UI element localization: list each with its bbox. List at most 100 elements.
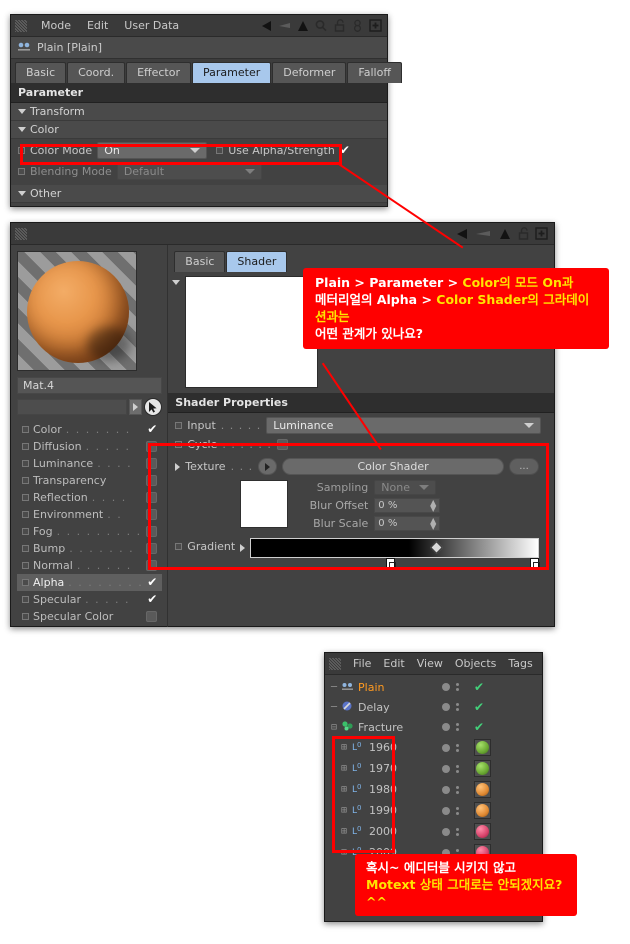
- enable-dot-icon[interactable]: [441, 703, 450, 711]
- use-alpha-checkbox[interactable]: ✔: [340, 144, 350, 156]
- back-arrow-icon[interactable]: [454, 225, 472, 243]
- texture-arrow-button[interactable]: [258, 458, 278, 475]
- enable-dot-icon[interactable]: [441, 827, 450, 836]
- visibility-dots[interactable]: [430, 764, 470, 773]
- material-tag[interactable]: [474, 802, 491, 819]
- check-tag-icon[interactable]: ✔: [474, 700, 484, 714]
- expand-collapse-icon[interactable]: ⊞: [341, 826, 347, 837]
- back-arrow-icon[interactable]: [258, 17, 276, 35]
- visibility-dots[interactable]: [430, 785, 470, 794]
- visibility-dots[interactable]: [430, 703, 470, 711]
- table-row[interactable]: ⊞ L0 1970: [325, 758, 542, 779]
- channel-checkbox[interactable]: [146, 458, 158, 469]
- channel-anim-dot[interactable]: [22, 579, 29, 586]
- object-row-delay[interactable]: ─ Delay: [325, 701, 430, 714]
- enable-dot-icon[interactable]: [441, 743, 450, 752]
- material-tag[interactable]: [474, 781, 491, 798]
- tab-parameter[interactable]: Parameter: [192, 62, 272, 83]
- expand-arrow-button[interactable]: [129, 399, 143, 415]
- chevron-right-icon[interactable]: [175, 462, 181, 471]
- menu-edit[interactable]: Edit: [377, 653, 410, 675]
- enable-dot-icon[interactable]: [441, 785, 450, 794]
- add-panel-icon[interactable]: [532, 225, 550, 243]
- channel-row-environment[interactable]: Environment . .: [17, 506, 162, 523]
- menu-file[interactable]: File: [347, 653, 377, 675]
- object-row-1990[interactable]: ⊞ L0 1990: [325, 804, 430, 818]
- table-row[interactable]: ⊞ L0 1960: [325, 737, 542, 758]
- color-mode-anim-dot[interactable]: [18, 147, 25, 154]
- color-mode-dropdown[interactable]: On: [97, 142, 208, 159]
- expand-collapse-icon[interactable]: ⊟: [331, 722, 337, 733]
- group-color[interactable]: Color: [11, 121, 387, 139]
- visibility-dots-icon[interactable]: [455, 785, 459, 794]
- visibility-dots-icon[interactable]: [455, 703, 459, 711]
- unlock-icon[interactable]: [330, 17, 348, 35]
- channel-row-diffusion[interactable]: Diffusion . . . . .: [17, 438, 162, 455]
- visibility-dots[interactable]: [430, 723, 470, 731]
- channel-checkbox[interactable]: ✔: [147, 576, 157, 588]
- table-row[interactable]: ⊞ L0 2000: [325, 821, 542, 842]
- material-tag[interactable]: [474, 823, 491, 840]
- channel-anim-dot[interactable]: [22, 494, 29, 501]
- visibility-dots-icon[interactable]: [455, 723, 459, 731]
- tab-falloff[interactable]: Falloff: [347, 62, 402, 83]
- channel-checkbox[interactable]: [146, 526, 158, 537]
- object-row-2000[interactable]: ⊞ L0 2000: [325, 825, 430, 839]
- tab-effector[interactable]: Effector: [126, 62, 191, 83]
- panel-grip-icon[interactable]: [329, 657, 341, 670]
- gradient-bar[interactable]: [250, 538, 539, 558]
- table-row[interactable]: ⊞ L0 1980: [325, 779, 542, 800]
- channel-row-color[interactable]: Color . . . . . . . ✔: [17, 421, 162, 438]
- object-row-fracture[interactable]: ⊟ Fracture: [325, 720, 430, 734]
- menu-tags[interactable]: Tags: [502, 653, 538, 675]
- enable-dot-icon[interactable]: [441, 806, 450, 815]
- channel-anim-dot[interactable]: [22, 613, 29, 620]
- channel-checkbox[interactable]: [146, 492, 158, 503]
- material-tag[interactable]: [474, 739, 491, 756]
- channel-anim-dot[interactable]: [22, 562, 29, 569]
- channel-anim-dot[interactable]: [22, 443, 29, 450]
- enable-dot-icon[interactable]: [441, 723, 450, 731]
- channel-checkbox[interactable]: [146, 543, 158, 554]
- channel-row-alpha[interactable]: Alpha . . . . . . . . ✔: [17, 574, 163, 591]
- link-icon[interactable]: [348, 17, 366, 35]
- forward-arrow-icon[interactable]: [276, 17, 294, 35]
- material-preview-sphere[interactable]: [17, 251, 137, 371]
- up-arrow-icon[interactable]: [294, 17, 312, 35]
- object-row-plain[interactable]: ─ Plain: [325, 681, 430, 694]
- channel-row-transparency[interactable]: Transparency: [17, 472, 162, 489]
- blending-mode-anim-dot[interactable]: [18, 168, 25, 175]
- up-arrow-icon[interactable]: [496, 225, 514, 243]
- cursor-picker-button[interactable]: [144, 398, 163, 416]
- visibility-dots-icon[interactable]: [455, 827, 459, 836]
- channel-checkbox[interactable]: [146, 560, 158, 571]
- expand-collapse-icon[interactable]: ⊞: [341, 847, 347, 858]
- tab-shader[interactable]: Shader: [226, 251, 288, 272]
- gradient-knob-right[interactable]: [530, 558, 540, 570]
- channel-row-specular[interactable]: Specular . . . . . ✔: [17, 591, 162, 608]
- visibility-dots[interactable]: [430, 683, 470, 691]
- shader-preview-thumbnail[interactable]: [185, 276, 319, 388]
- tab-basic[interactable]: Basic: [15, 62, 67, 83]
- expand-collapse-icon[interactable]: ⊞: [341, 784, 347, 795]
- cycle-checkbox[interactable]: [276, 439, 288, 450]
- object-row-1970[interactable]: ⊞ L0 1970: [325, 762, 430, 776]
- channel-row-luminance[interactable]: Luminance . . . .: [17, 455, 162, 472]
- sampling-dropdown[interactable]: None: [374, 480, 437, 495]
- channel-checkbox[interactable]: [146, 475, 158, 486]
- expand-collapse-icon[interactable]: ⊞: [341, 742, 347, 753]
- object-row-1980[interactable]: ⊞ L0 1980: [325, 783, 430, 797]
- enable-dot-icon[interactable]: [441, 683, 450, 691]
- visibility-dots[interactable]: [430, 827, 470, 836]
- tab-basic[interactable]: Basic: [174, 251, 226, 272]
- search-icon[interactable]: [312, 17, 330, 35]
- use-alpha-anim-dot[interactable]: [216, 147, 224, 154]
- visibility-dots-icon[interactable]: [455, 743, 459, 752]
- material-search-input[interactable]: [17, 399, 128, 415]
- channel-row-normal[interactable]: Normal . . . . . .: [17, 557, 162, 574]
- input-anim-dot[interactable]: [175, 422, 183, 429]
- channel-anim-dot[interactable]: [22, 528, 29, 535]
- material-tag[interactable]: [474, 760, 491, 777]
- channel-checkbox[interactable]: [146, 611, 158, 622]
- visibility-dots-icon[interactable]: [455, 683, 459, 691]
